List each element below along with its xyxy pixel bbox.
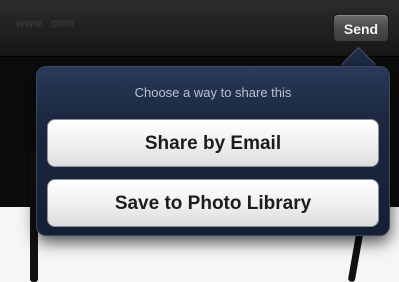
app-screen: www. .com Send Choose a way to share thi… (0, 0, 399, 282)
share-popover: Choose a way to share this Share by Emai… (36, 66, 390, 236)
top-toolbar: www. .com Send (0, 0, 399, 57)
send-button[interactable]: Send (333, 14, 389, 42)
save-to-photo-library-button[interactable]: Save to Photo Library (47, 179, 379, 227)
popover-title: Choose a way to share this (134, 85, 292, 100)
share-by-email-button[interactable]: Share by Email (47, 119, 379, 167)
page-url-text: www. .com (16, 16, 75, 30)
